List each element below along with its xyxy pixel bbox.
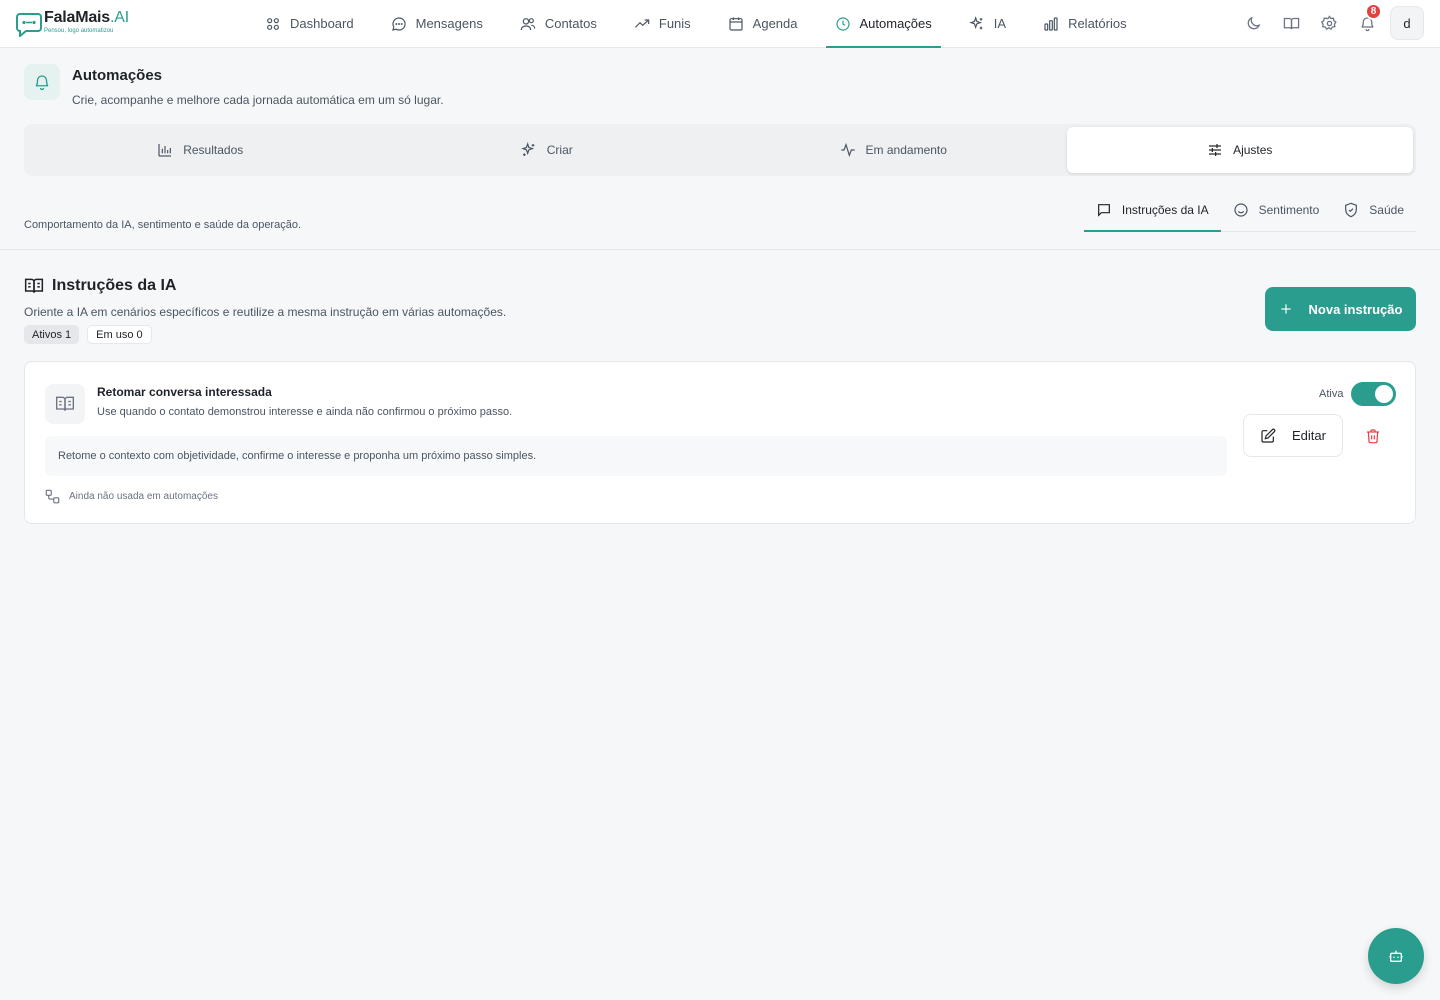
- stats-chips: Ativos 1 Em uso 0: [24, 325, 160, 344]
- brand-tagline: Pensou, logo automatizou: [44, 28, 114, 34]
- message-square-icon: [1097, 203, 1110, 217]
- settings-subtabs: Instruções da IA Sentimento Saúde: [1083, 188, 1416, 232]
- tab-label: Criar: [546, 143, 573, 157]
- settings-description: Comportamento da IA, sentimento e saúde …: [24, 219, 302, 231]
- nav-item-label: Mensagens: [415, 16, 483, 31]
- nav-item-relatorios[interactable]: Relatórios: [1034, 0, 1136, 47]
- instruction-title: Retomar conversa interessada: [97, 385, 272, 399]
- gear-icon: [1320, 14, 1337, 30]
- edit-label: Editar: [1292, 428, 1326, 443]
- logo-chat-icon: [16, 13, 42, 37]
- instruction-card: Retomar conversa interessada Use quando …: [24, 361, 1416, 524]
- page-subtitle: Crie, acompanhe e melhore cada jornada a…: [72, 93, 444, 107]
- trending-up-icon: [634, 18, 650, 28]
- instruction-description: Use quando o contato demonstrou interess…: [97, 406, 513, 418]
- settings-button[interactable]: [1312, 6, 1346, 40]
- section-subtitle: Oriente a IA em cenários específicos e r…: [24, 305, 507, 319]
- instruction-icon: [45, 384, 85, 424]
- notifications-button[interactable]: 8: [1350, 3, 1384, 40]
- edit-icon: [1261, 428, 1276, 443]
- subtab-sentimento[interactable]: Sentimento: [1221, 188, 1332, 231]
- subtab-label: Sentimento: [1258, 202, 1320, 217]
- edit-button[interactable]: Editar: [1243, 414, 1343, 457]
- shield-check-icon: [1345, 202, 1358, 217]
- tab-criar[interactable]: Criar: [374, 127, 721, 173]
- chat-bubble-icon: [391, 16, 406, 31]
- tab-label: Em andamento: [865, 143, 947, 157]
- user-avatar[interactable]: d: [1390, 6, 1424, 40]
- brand-name: FalaMais.AI: [44, 9, 129, 26]
- subtab-instrucoes-ia[interactable]: Instruções da IA: [1083, 188, 1221, 232]
- nav-item-automacoes[interactable]: Automações: [825, 0, 942, 48]
- nav-item-label: IA: [993, 16, 1007, 31]
- toggle-knob: [1375, 385, 1393, 403]
- page-header: Automações Crie, acompanhe e melhore cad…: [24, 64, 444, 112]
- book-open-icon: [1283, 17, 1299, 29]
- nav-item-contatos[interactable]: Contatos: [511, 0, 606, 47]
- nav-item-funis[interactable]: Funis: [625, 0, 700, 47]
- nav-item-agenda[interactable]: Agenda: [719, 0, 807, 47]
- usage-text: Ainda não usada em automações: [69, 491, 218, 502]
- workflow-icon: [45, 489, 60, 504]
- smile-icon: [1233, 202, 1248, 217]
- nav-item-label: Automações: [859, 16, 932, 31]
- plus-icon: [1280, 304, 1291, 314]
- subtab-label: Saúde: [1369, 202, 1404, 217]
- new-instruction-label: Nova instrução: [1308, 301, 1403, 317]
- instruction-body: Retome o contexto com objetividade, conf…: [45, 436, 1227, 476]
- section-tabs: Resultados Criar Em andamento Ajustes: [24, 124, 1416, 176]
- nav-item-label: Contatos: [544, 16, 597, 31]
- top-navigation-bar: FalaMais.AI Pensou, logo automatizou Das…: [0, 0, 1440, 48]
- activity-icon: [840, 142, 855, 158]
- book-open-icon: [24, 278, 44, 293]
- nav-item-label: Funis: [658, 16, 691, 31]
- bell-icon: [35, 75, 49, 91]
- page-icon: [24, 64, 60, 100]
- book-open-icon: [56, 396, 74, 411]
- nav-item-label: Dashboard: [290, 16, 354, 31]
- bar-chart-icon: [158, 144, 172, 157]
- grid-icon: [267, 17, 279, 30]
- moon-icon: [1247, 16, 1260, 29]
- calendar-icon: [729, 16, 743, 31]
- tab-ajustes[interactable]: Ajustes: [1066, 127, 1413, 173]
- section-title: Instruções da IA: [24, 276, 176, 296]
- users-icon: [520, 17, 536, 30]
- in-use-count-chip: Em uso 0: [87, 325, 152, 344]
- main-nav: Dashboard Mensagens Contatos Funis Agend…: [256, 0, 1155, 48]
- page-title: Automações: [72, 67, 163, 84]
- tab-label: Resultados: [183, 143, 244, 157]
- trash-icon: [1367, 429, 1379, 444]
- sparkles-icon: [968, 15, 983, 29]
- subtab-saude[interactable]: Saúde: [1331, 188, 1416, 231]
- nav-item-ia[interactable]: IA: [960, 0, 1015, 47]
- subtab-label: Instruções da IA: [1121, 202, 1209, 217]
- section-title-text: Instruções da IA: [52, 277, 177, 294]
- tab-resultados[interactable]: Resultados: [27, 127, 374, 173]
- active-count-chip: Ativos 1: [24, 325, 80, 344]
- sliders-icon: [1209, 144, 1222, 156]
- bot-icon: [1389, 950, 1403, 962]
- instruction-usage: Ainda não usada em automações: [45, 489, 218, 504]
- tab-label: Ajustes: [1233, 143, 1273, 157]
- nav-item-dashboard[interactable]: Dashboard: [256, 0, 363, 47]
- new-instruction-button[interactable]: Nova instrução: [1265, 287, 1416, 331]
- status-label: Ativa: [1319, 388, 1344, 400]
- top-actions: 8 d: [1232, 3, 1424, 40]
- nav-item-mensagens[interactable]: Mensagens: [382, 0, 492, 47]
- active-toggle[interactable]: [1351, 382, 1396, 406]
- docs-button[interactable]: [1274, 6, 1308, 40]
- brand-logo[interactable]: FalaMais.AI Pensou, logo automatizou: [16, 10, 129, 37]
- section-divider: [0, 249, 1440, 250]
- nav-item-label: Relatórios: [1068, 16, 1127, 31]
- notification-count-badge: 8: [1365, 3, 1382, 20]
- nav-item-label: Agenda: [752, 16, 798, 31]
- clock-icon: [835, 16, 850, 31]
- delete-button[interactable]: [1363, 426, 1383, 446]
- tab-em-andamento[interactable]: Em andamento: [720, 127, 1067, 173]
- assistant-fab-button[interactable]: [1368, 928, 1424, 984]
- theme-toggle-button[interactable]: [1236, 6, 1270, 40]
- sparkles-icon: [520, 142, 535, 156]
- bar-chart-icon: [1044, 16, 1058, 31]
